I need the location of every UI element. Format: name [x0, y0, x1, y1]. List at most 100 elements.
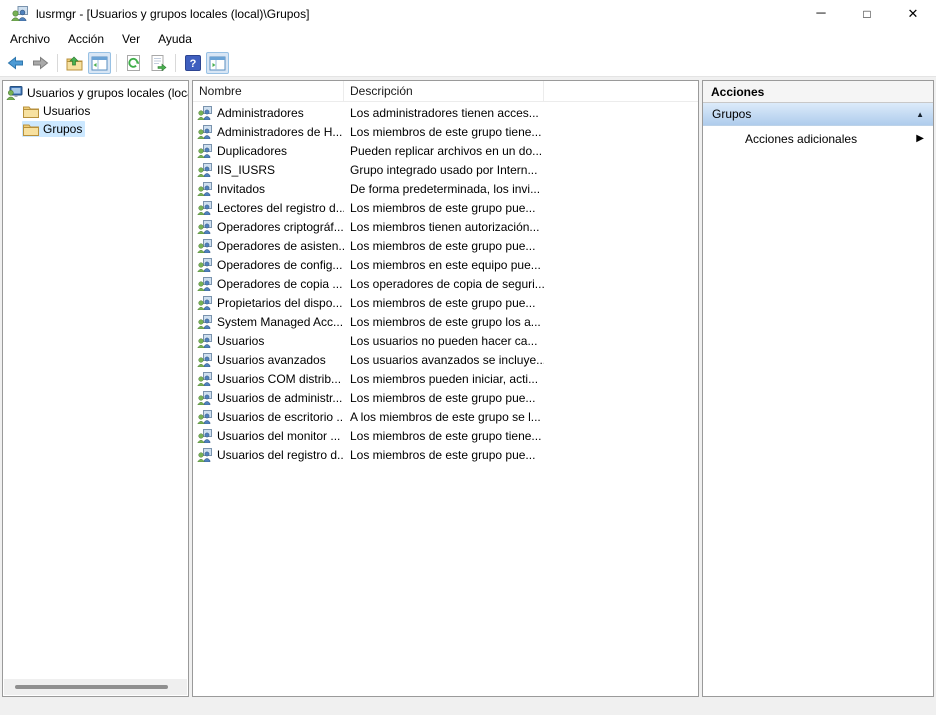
minimize-icon: ─	[816, 5, 825, 20]
actions-item-label: Acciones adicionales	[745, 132, 857, 146]
workspace: Usuarios y grupos locales (local) Usuari…	[0, 77, 936, 715]
list-header: Nombre Descripción	[193, 81, 698, 102]
menu-accion[interactable]: Acción	[59, 30, 113, 48]
group-row[interactable]: Usuarios avanzados Los usuarios avanzado…	[193, 350, 698, 369]
group-list: Administradores Los administradores tien…	[193, 102, 698, 464]
help-button[interactable]: ?	[181, 52, 204, 74]
group-name: Lectores del registro d...	[212, 201, 344, 215]
group-row[interactable]: Invitados De forma predeterminada, los i…	[193, 179, 698, 198]
group-icon	[197, 106, 212, 120]
group-name: Administradores	[212, 106, 344, 120]
group-row[interactable]: Operadores de config... Los miembros en …	[193, 255, 698, 274]
scrollbar-thumb[interactable]	[15, 685, 168, 689]
up-one-level-button[interactable]	[63, 52, 86, 74]
group-row[interactable]: System Managed Acc... Los miembros de es…	[193, 312, 698, 331]
group-description: Los miembros de este grupo pue...	[344, 448, 544, 462]
show-hide-action-pane-button[interactable]	[206, 52, 229, 74]
actions-item-acciones-adicionales[interactable]: Acciones adicionales ▶	[703, 126, 933, 151]
tree-item-grupos[interactable]: Grupos	[3, 120, 188, 138]
group-name: Usuarios avanzados	[212, 353, 344, 367]
group-icon	[197, 144, 212, 158]
group-name: Usuarios	[212, 334, 344, 348]
menu-ayuda[interactable]: Ayuda	[149, 30, 201, 48]
menu-archivo[interactable]: Archivo	[1, 30, 59, 48]
actions-group-header-grupos[interactable]: Grupos ▲	[703, 103, 933, 126]
refresh-button[interactable]	[122, 52, 145, 74]
group-description: Los miembros de este grupo pue...	[344, 391, 544, 405]
group-row[interactable]: IIS_IUSRS Grupo integrado usado por Inte…	[193, 160, 698, 179]
group-name: Usuarios de administr...	[212, 391, 344, 405]
tree-root-label: Usuarios y grupos locales (local)	[27, 86, 188, 100]
minimize-button[interactable]: ─	[798, 0, 844, 27]
toolbar-separator	[116, 54, 117, 72]
export-list-button[interactable]	[147, 52, 170, 74]
group-name: Operadores de copia ...	[212, 277, 344, 291]
actions-group-label: Grupos	[712, 107, 751, 121]
group-row[interactable]: Usuarios del monitor ... Los miembros de…	[193, 426, 698, 445]
group-row[interactable]: Usuarios del registro d... Los miembros …	[193, 445, 698, 464]
group-row[interactable]: Operadores criptográf... Los miembros ti…	[193, 217, 698, 236]
up-one-level-icon	[66, 56, 83, 71]
group-icon	[197, 410, 212, 424]
folder-icon	[23, 123, 39, 136]
group-icon	[197, 448, 212, 462]
group-icon	[197, 220, 212, 234]
group-icon	[197, 334, 212, 348]
group-row[interactable]: Usuarios Los usuarios no pueden hacer ca…	[193, 331, 698, 350]
folder-icon	[23, 105, 39, 118]
close-icon: ✕	[908, 6, 919, 22]
back-button[interactable]	[4, 52, 27, 74]
group-row[interactable]: Operadores de copia ... Los operadores d…	[193, 274, 698, 293]
group-icon	[197, 163, 212, 177]
group-name: Usuarios de escritorio ...	[212, 410, 344, 424]
group-row[interactable]: Propietarios del dispo... Los miembros d…	[193, 293, 698, 312]
tree-item-usuarios[interactable]: Usuarios	[3, 102, 188, 120]
group-row[interactable]: Administradores de H... Los miembros de …	[193, 122, 698, 141]
close-button[interactable]: ✕	[890, 0, 936, 27]
maximize-button[interactable]: □	[844, 0, 890, 27]
group-row[interactable]: Duplicadores Pueden replicar archivos en…	[193, 141, 698, 160]
title-bar: lusrmgr - [Usuarios y grupos locales (lo…	[0, 0, 936, 27]
group-row[interactable]: Operadores de asisten... Los miembros de…	[193, 236, 698, 255]
group-icon	[197, 315, 212, 329]
group-icon	[197, 239, 212, 253]
group-description: Los miembros pueden iniciar, acti...	[344, 372, 544, 386]
lusrmgr-app-icon	[11, 6, 28, 21]
forward-button[interactable]	[29, 52, 52, 74]
group-description: Los miembros en este equipo pue...	[344, 258, 544, 272]
collapse-icon[interactable]: ▲	[916, 110, 924, 119]
group-description: Los miembros de este grupo tiene...	[344, 125, 544, 139]
group-name: Usuarios del registro d...	[212, 448, 344, 462]
group-row[interactable]: Lectores del registro d... Los miembros …	[193, 198, 698, 217]
group-description: Los miembros de este grupo los a...	[344, 315, 544, 329]
group-row[interactable]: Usuarios de administr... Los miembros de…	[193, 388, 698, 407]
group-description: Los usuarios avanzados se incluye...	[344, 353, 544, 367]
export-list-icon	[150, 55, 167, 71]
column-header-descripcion[interactable]: Descripción	[344, 81, 544, 101]
column-header-nombre[interactable]: Nombre	[193, 81, 344, 101]
tree-horizontal-scrollbar[interactable]	[4, 679, 187, 695]
group-name: Usuarios del monitor ...	[212, 429, 344, 443]
menu-ver[interactable]: Ver	[113, 30, 149, 48]
group-name: Usuarios COM distrib...	[212, 372, 344, 386]
group-description: Los miembros de este grupo pue...	[344, 201, 544, 215]
toolbar: ?	[0, 50, 936, 77]
window-title: lusrmgr - [Usuarios y grupos locales (lo…	[36, 7, 309, 21]
group-name: Propietarios del dispo...	[212, 296, 344, 310]
group-name: Invitados	[212, 182, 344, 196]
back-icon	[7, 56, 24, 70]
tree-root-item[interactable]: Usuarios y grupos locales (local)	[3, 84, 188, 102]
help-icon: ?	[185, 55, 201, 71]
show-hide-console-tree-button[interactable]	[88, 52, 111, 74]
group-name: Operadores criptográf...	[212, 220, 344, 234]
group-icon	[197, 391, 212, 405]
menu-bar: Archivo Acción Ver Ayuda	[0, 27, 936, 50]
group-row[interactable]: Administradores Los administradores tien…	[193, 103, 698, 122]
group-icon	[197, 125, 212, 139]
window-controls: ─ □ ✕	[798, 0, 936, 27]
group-name: Operadores de config...	[212, 258, 344, 272]
group-row[interactable]: Usuarios de escritorio ... A los miembro…	[193, 407, 698, 426]
forward-icon	[32, 56, 49, 70]
group-row[interactable]: Usuarios COM distrib... Los miembros pue…	[193, 369, 698, 388]
group-description: Los usuarios no pueden hacer ca...	[344, 334, 544, 348]
